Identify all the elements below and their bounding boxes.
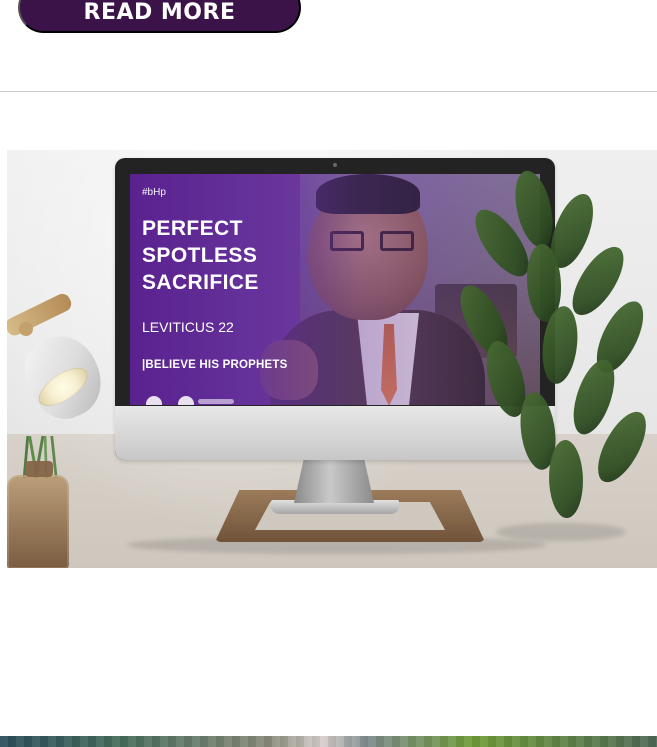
leaf: [589, 404, 655, 490]
video-tag: #bHp: [142, 187, 166, 198]
leaf: [563, 238, 633, 324]
desk-lamp-arm: [7, 291, 74, 339]
video-screen: #bHp PERFECT SPOTLESS SACRIFICE LEVITICU…: [130, 174, 540, 405]
social-icon: [178, 396, 194, 405]
monitor-chin: [115, 406, 555, 460]
leaf: [588, 294, 652, 380]
section-divider: [0, 91, 657, 92]
next-thumbnail-strip[interactable]: [0, 736, 657, 747]
series-label: |BELIEVE HIS PROPHETS: [142, 359, 288, 371]
video-title: PERFECT SPOTLESS SACRIFICE: [142, 217, 259, 294]
desktop-monitor: #bHp PERFECT SPOTLESS SACRIFICE LEVITICU…: [115, 158, 555, 460]
scripture-reference: LEVITICUS 22: [142, 319, 234, 335]
plant-shadow: [496, 523, 626, 541]
glass-jar: [7, 461, 69, 568]
desk-lamp-joint: [19, 322, 33, 336]
read-more-button[interactable]: READ MORE: [18, 0, 301, 33]
featured-video-thumbnail[interactable]: #bHp PERFECT SPOTLESS SACRIFICE LEVITICU…: [7, 150, 657, 568]
leaf: [566, 354, 622, 440]
social-handle-line: [198, 399, 234, 404]
social-icon: [146, 396, 162, 405]
page: READ MORE #bHp PERFECT SPOTLESS SACRIFIC…: [0, 0, 657, 747]
